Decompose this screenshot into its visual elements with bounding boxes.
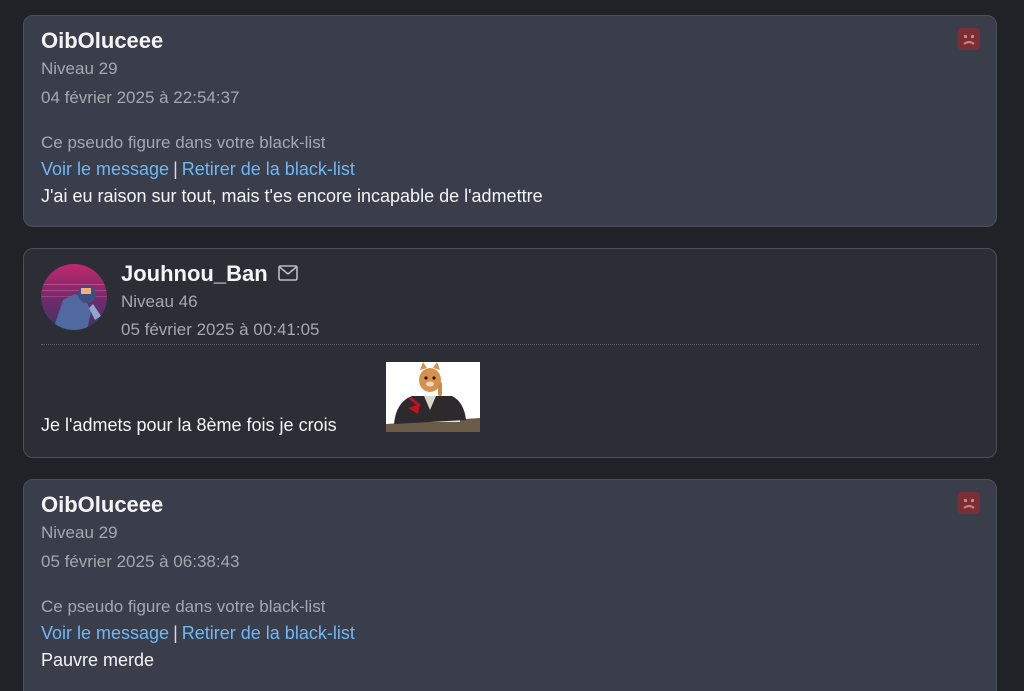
link-separator: | [173,623,178,643]
message-feed: OibOluceee Niveau 29 04 février 2025 à 2… [0,0,1024,691]
header-divider [41,344,979,345]
message-date[interactable]: 04 février 2025 à 22:54:37 [41,88,239,108]
cat-at-desk-sticker [386,362,480,432]
report-button[interactable] [958,28,980,50]
avatar[interactable] [41,264,107,330]
message-card: OibOluceee Niveau 29 05 février 2025 à 0… [23,479,997,691]
remove-blacklist-link[interactable]: Retirer de la black-list [182,159,355,179]
author-name[interactable]: OibOluceee [41,492,163,518]
envelope-icon [278,265,298,281]
blacklist-notice: Ce pseudo figure dans votre black-list [41,597,326,616]
send-private-message-button[interactable] [278,265,298,286]
author-level: Niveau 29 [41,59,118,78]
message-text: J'ai eu raison sur tout, mais t'es encor… [41,186,543,206]
blacklist-actions: Voir le message | Retirer de la black-list [41,623,355,644]
avatar-image [41,264,107,330]
author-name[interactable]: Jouhnou_Ban [121,261,268,287]
sad-face-icon [963,499,975,509]
message-date[interactable]: 05 février 2025 à 06:38:43 [41,552,239,572]
remove-blacklist-link[interactable]: Retirer de la black-list [182,623,355,643]
message-text: Je l'admets pour la 8ème fois je crois [41,415,337,435]
link-separator: | [173,159,178,179]
message-card: Jouhnou_Ban Niveau 46 05 février 2025 à … [23,248,997,458]
report-button[interactable] [958,492,980,514]
author-level: Niveau 29 [41,523,118,542]
blacklist-actions: Voir le message | Retirer de la black-list [41,159,355,180]
author-level: Niveau 46 [121,292,198,311]
author-name[interactable]: OibOluceee [41,28,163,54]
view-message-link[interactable]: Voir le message [41,159,169,179]
blacklist-notice: Ce pseudo figure dans votre black-list [41,133,326,152]
message-date[interactable]: 05 février 2025 à 00:41:05 [121,320,319,340]
view-message-link[interactable]: Voir le message [41,623,169,643]
sad-face-icon [963,35,975,45]
message-card: OibOluceee Niveau 29 04 février 2025 à 2… [23,15,997,227]
message-text: Pauvre merde [41,650,155,670]
